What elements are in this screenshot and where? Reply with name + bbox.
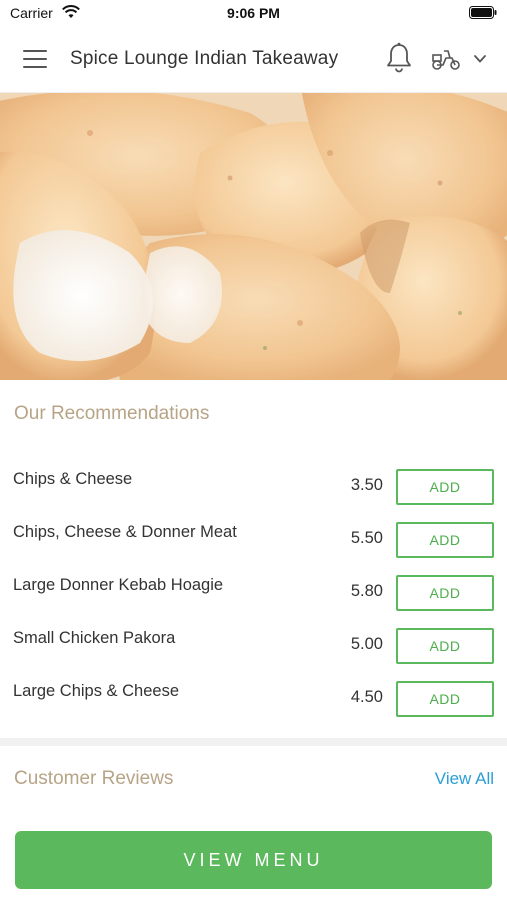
add-button[interactable]: ADD <box>396 522 494 558</box>
item-price: 3.50 <box>350 476 383 494</box>
scooter-icon[interactable] <box>431 46 461 72</box>
chevron-down-icon[interactable] <box>472 52 488 66</box>
list-item: Chips & Cheese 3.50 ADD <box>0 462 507 515</box>
item-price: 5.00 <box>350 635 383 653</box>
add-button[interactable]: ADD <box>396 469 494 505</box>
clock: 9:06 PM <box>227 5 280 21</box>
menu-icon[interactable] <box>23 50 47 68</box>
battery-icon <box>469 6 497 24</box>
recommendations-list: Chips & Cheese 3.50 ADD Chips, Cheese & … <box>0 462 507 727</box>
list-item: Small Chicken Pakora 5.00 ADD <box>0 621 507 674</box>
recommendations-heading: Our Recommendations <box>14 403 210 424</box>
bell-icon[interactable] <box>385 42 413 74</box>
item-name: Large Chips & Cheese <box>13 682 180 700</box>
restaurant-title: Spice Lounge Indian Takeaway <box>70 48 339 69</box>
add-button[interactable]: ADD <box>396 575 494 611</box>
item-price: 5.50 <box>350 529 383 547</box>
item-name: Chips & Cheese <box>13 470 133 488</box>
add-button[interactable]: ADD <box>396 628 494 664</box>
reviews-heading: Customer Reviews <box>14 768 174 789</box>
item-price: 4.50 <box>350 688 383 706</box>
app-header: Spice Lounge Indian Takeaway <box>0 26 507 93</box>
section-divider <box>0 738 507 746</box>
item-name: Small Chicken Pakora <box>13 629 176 647</box>
list-item: Large Chips & Cheese 4.50 ADD <box>0 674 507 727</box>
list-item: Large Donner Kebab Hoagie 5.80 ADD <box>0 568 507 621</box>
view-all-link[interactable]: View All <box>435 769 494 789</box>
item-price: 5.80 <box>350 582 383 600</box>
item-name: Large Donner Kebab Hoagie <box>13 576 224 594</box>
add-button[interactable]: ADD <box>396 681 494 717</box>
status-bar: Carrier 9:06 PM <box>0 0 507 26</box>
list-item: Chips, Cheese & Donner Meat 5.50 ADD <box>0 515 507 568</box>
hero-food-image <box>0 93 507 380</box>
item-name: Chips, Cheese & Donner Meat <box>13 523 237 541</box>
view-menu-button[interactable]: VIEW MENU <box>15 831 492 889</box>
